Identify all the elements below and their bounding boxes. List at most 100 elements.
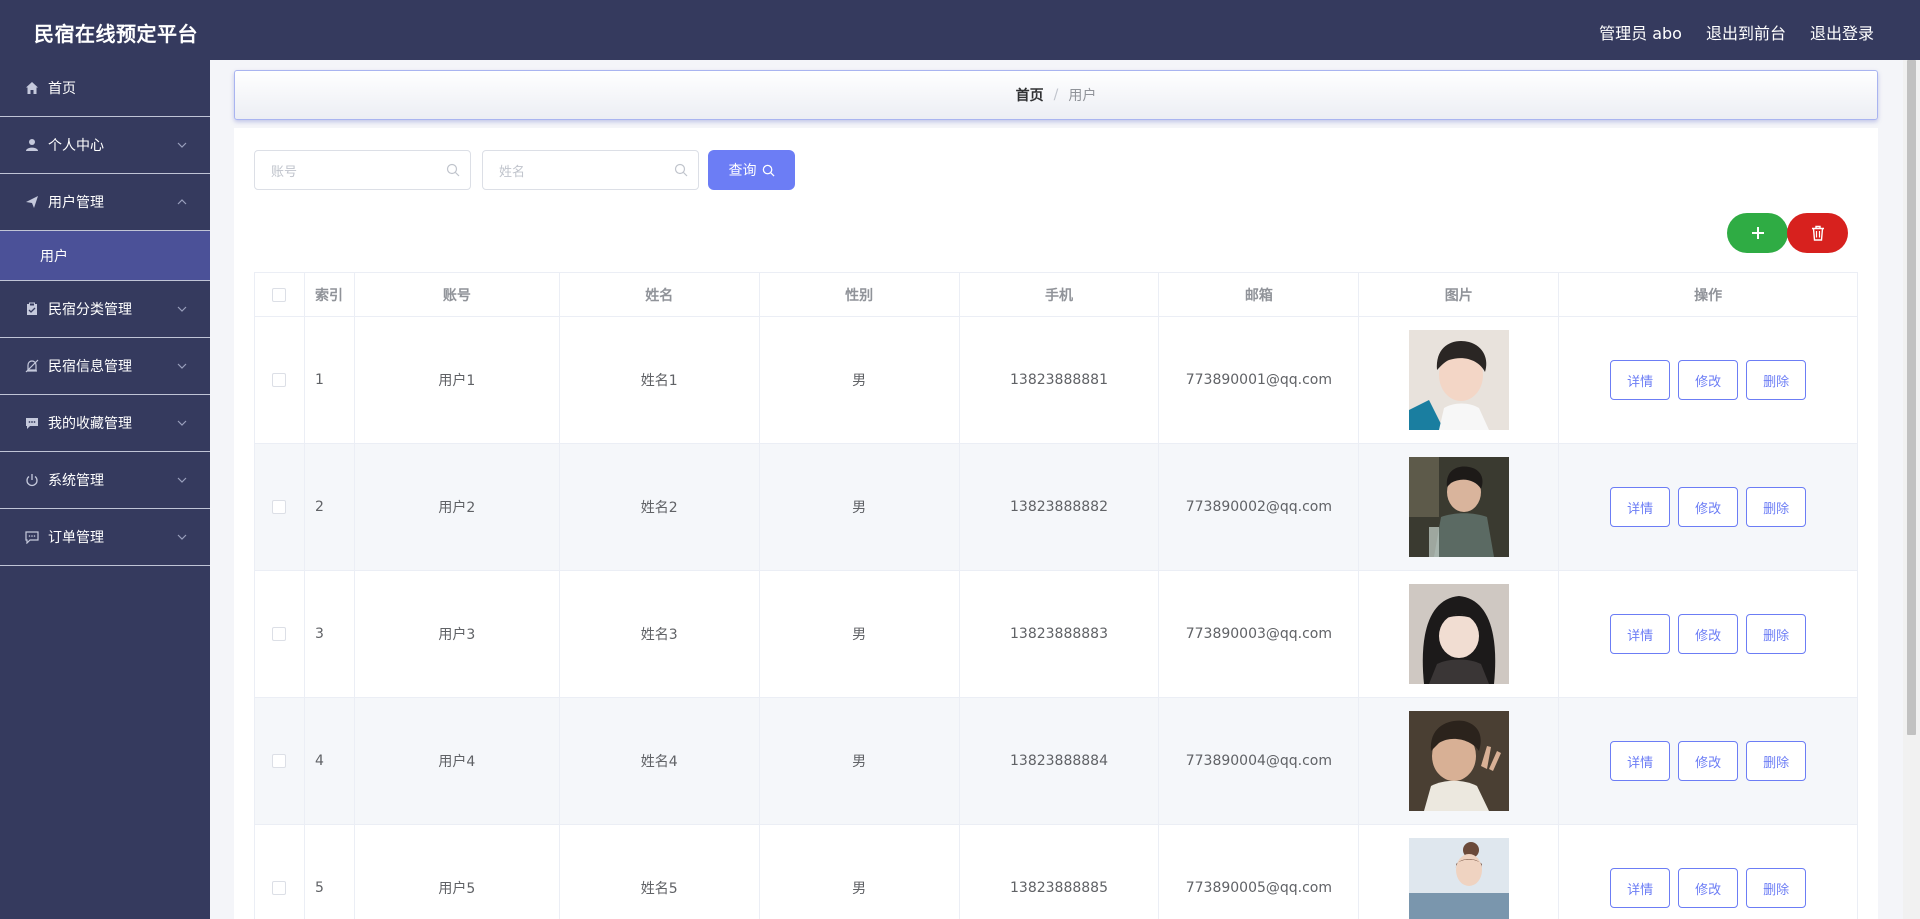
delete-button[interactable]: 删除 [1746, 868, 1807, 908]
sidebar-item-user-management[interactable]: 用户管理 [0, 174, 210, 231]
sidebar-item-personal-center[interactable]: 个人中心 [0, 117, 210, 174]
row-select-cell[interactable] [255, 444, 305, 571]
to-frontend-link[interactable]: 退出到前台 [1706, 20, 1786, 44]
add-button[interactable] [1727, 213, 1788, 253]
user-avatar-image[interactable] [1408, 711, 1509, 811]
detail-button[interactable]: 详情 [1610, 741, 1671, 781]
cell-email: 773890002@qq.com [1159, 444, 1360, 571]
header-gender: 性别 [759, 273, 960, 317]
chevron-down-icon [177, 534, 187, 540]
header-actions: 管理员 abo 退出到前台 退出登录 [1599, 20, 1874, 44]
cell-name: 姓名2 [559, 444, 760, 571]
cell-email: 773890001@qq.com [1159, 317, 1360, 444]
breadcrumb-home[interactable]: 首页 [1016, 85, 1044, 105]
row-select-cell[interactable] [255, 698, 305, 825]
cell-index: 4 [304, 698, 355, 825]
chevron-up-icon [177, 199, 187, 205]
breadcrumb: 首页 / 用户 [234, 70, 1878, 120]
cell-email: 773890004@qq.com [1159, 698, 1360, 825]
sidebar: 首页 个人中心 用户管理 用户 民宿分类管理 民宿信息管理 我的收藏管理 系统管… [0, 60, 210, 919]
sidebar-item-homestay-info[interactable]: 民宿信息管理 [0, 338, 210, 395]
sidebar-item-category-management[interactable]: 民宿分类管理 [0, 281, 210, 338]
main-area: 首页 / 用户 账号 姓名 查询 索引 账号 姓名 性别 手机 邮箱 图片 操作… [210, 60, 1920, 919]
power-icon [24, 472, 40, 488]
cell-phone: 13823888882 [959, 444, 1160, 571]
delete-button[interactable]: 删除 [1746, 741, 1807, 781]
row-select-cell[interactable] [255, 571, 305, 698]
name-search-placeholder: 姓名 [499, 164, 526, 180]
scrollbar-thumb[interactable] [1907, 60, 1916, 735]
detail-button[interactable]: 详情 [1610, 487, 1671, 527]
select-all-checkbox[interactable] [272, 287, 287, 302]
cell-image [1359, 698, 1560, 825]
cell-phone: 13823888883 [959, 571, 1160, 698]
user-avatar-image[interactable] [1408, 457, 1509, 557]
sidebar-item-label: 民宿信息管理 [48, 359, 132, 375]
user-avatar-image[interactable] [1408, 330, 1509, 430]
sidebar-item-label: 用户管理 [48, 195, 104, 211]
cell-gender: 男 [759, 698, 960, 825]
header-email: 邮箱 [1159, 273, 1360, 317]
detail-button[interactable]: 详情 [1610, 614, 1671, 654]
row-checkbox[interactable] [272, 373, 287, 387]
edit-button[interactable]: 修改 [1678, 868, 1739, 908]
header-account: 账号 [354, 273, 560, 317]
logout-link[interactable]: 退出登录 [1810, 20, 1874, 44]
chevron-down-icon [177, 420, 187, 426]
home-icon [24, 80, 40, 96]
sidebar-subitem-users[interactable]: 用户 [0, 231, 210, 281]
edit-button[interactable]: 修改 [1678, 614, 1739, 654]
content-panel: 账号 姓名 查询 索引 账号 姓名 性别 手机 邮箱 图片 操作 1 用户1 姓… [234, 128, 1878, 919]
cell-name: 姓名1 [559, 317, 760, 444]
row-checkbox[interactable] [272, 627, 287, 641]
cell-actions: 详情 修改 删除 [1559, 571, 1858, 698]
row-select-cell[interactable] [255, 825, 305, 919]
row-checkbox[interactable] [272, 500, 287, 514]
cell-index: 2 [304, 444, 355, 571]
chevron-down-icon [177, 306, 187, 312]
batch-delete-button[interactable] [1787, 213, 1848, 253]
table-row: 5 用户5 姓名5 男 13823888885 773890005@qq.com [255, 825, 1858, 919]
delete-button[interactable]: 删除 [1746, 360, 1807, 400]
cell-account: 用户4 [354, 698, 560, 825]
query-button[interactable]: 查询 [708, 150, 795, 190]
sidebar-subitem-label: 用户 [40, 248, 68, 265]
row-checkbox[interactable] [272, 754, 287, 768]
delete-button[interactable]: 删除 [1746, 487, 1807, 527]
sidebar-item-orders[interactable]: 订单管理 [0, 509, 210, 566]
table-row: 4 用户4 姓名4 男 13823888884 773890004@qq.com [255, 698, 1858, 825]
trash-icon [1811, 225, 1824, 241]
header-image: 图片 [1359, 273, 1560, 317]
user-avatar-image[interactable] [1408, 838, 1509, 919]
sidebar-item-system[interactable]: 系统管理 [0, 452, 210, 509]
detail-button[interactable]: 详情 [1610, 868, 1671, 908]
name-search-input[interactable]: 姓名 [482, 150, 699, 190]
cell-account: 用户3 [354, 571, 560, 698]
row-checkbox[interactable] [272, 881, 287, 895]
cell-image [1359, 825, 1560, 919]
page-scrollbar[interactable] [1903, 60, 1920, 919]
cell-name: 姓名4 [559, 698, 760, 825]
edit-button[interactable]: 修改 [1678, 741, 1739, 781]
sidebar-item-label: 订单管理 [48, 530, 104, 546]
cell-phone: 13823888885 [960, 825, 1160, 919]
detail-button[interactable]: 详情 [1610, 360, 1671, 400]
edit-button[interactable]: 修改 [1678, 487, 1739, 527]
message-icon [24, 529, 40, 545]
cell-phone: 13823888881 [959, 317, 1160, 444]
users-table: 索引 账号 姓名 性别 手机 邮箱 图片 操作 1 用户1 姓名1 男 1382… [254, 272, 1858, 919]
row-select-cell[interactable] [255, 317, 305, 444]
delete-button[interactable]: 删除 [1746, 614, 1807, 654]
cell-email: 773890003@qq.com [1159, 571, 1360, 698]
sidebar-item-label: 我的收藏管理 [48, 416, 132, 432]
user-icon [24, 137, 40, 153]
admin-label[interactable]: 管理员 abo [1599, 20, 1682, 44]
sidebar-item-home[interactable]: 首页 [0, 60, 210, 117]
user-avatar-image[interactable] [1408, 584, 1509, 684]
sidebar-item-favorites[interactable]: 我的收藏管理 [0, 395, 210, 452]
cell-phone: 13823888884 [959, 698, 1160, 825]
header-select-all[interactable] [255, 273, 305, 317]
sidebar-item-label: 个人中心 [48, 138, 104, 154]
account-search-input[interactable]: 账号 [254, 150, 471, 190]
edit-button[interactable]: 修改 [1678, 360, 1739, 400]
